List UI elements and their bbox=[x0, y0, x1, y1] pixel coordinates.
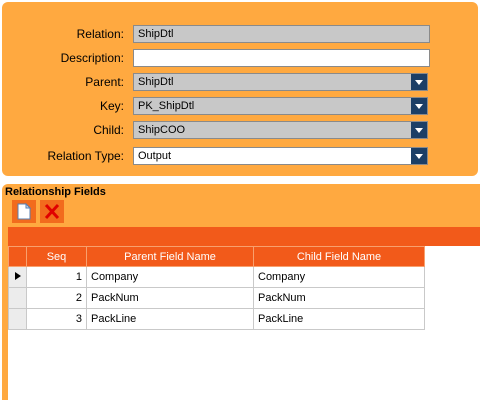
row-selector[interactable] bbox=[8, 266, 27, 288]
child-dropdown[interactable]: ShipCOO bbox=[133, 121, 428, 139]
key-row: Key: PK_ShipDtl bbox=[2, 96, 478, 116]
current-row-arrow-icon bbox=[14, 272, 21, 280]
new-document-icon bbox=[17, 203, 32, 220]
table-row[interactable]: 3 PackLine PackLine bbox=[8, 308, 425, 330]
delete-row-button[interactable] bbox=[40, 200, 64, 223]
key-dropdown[interactable]: PK_ShipDtl bbox=[133, 97, 428, 115]
delete-x-icon bbox=[44, 203, 60, 220]
parent-label: Parent: bbox=[85, 75, 124, 89]
parent-dropdown[interactable]: ShipDtl bbox=[133, 73, 428, 91]
parent-field-cell[interactable]: PackNum bbox=[86, 287, 254, 309]
child-dropdown-button[interactable] bbox=[411, 122, 427, 138]
child-field-cell[interactable]: PackNum bbox=[253, 287, 425, 309]
column-header-seq[interactable]: Seq bbox=[26, 246, 87, 267]
chevron-down-icon bbox=[415, 80, 423, 85]
relation-form-panel: Relation: ShipDtl Description: Parent: S… bbox=[2, 2, 478, 176]
child-label: Child: bbox=[93, 123, 124, 137]
description-row: Description: bbox=[2, 48, 478, 68]
chevron-down-icon bbox=[415, 128, 423, 133]
parent-field-cell[interactable]: PackLine bbox=[86, 308, 254, 330]
parent-field-cell[interactable]: Company bbox=[86, 266, 254, 288]
parent-value: ShipDtl bbox=[138, 76, 174, 88]
child-field-cell[interactable]: Company bbox=[253, 266, 425, 288]
chevron-down-icon bbox=[415, 104, 423, 109]
relationship-fields-grid: Seq Parent Field Name Child Field Name 1… bbox=[8, 246, 425, 330]
row-selector[interactable] bbox=[8, 308, 27, 330]
chevron-down-icon bbox=[415, 154, 423, 159]
seq-cell[interactable]: 3 bbox=[26, 308, 87, 330]
column-header-parent-field[interactable]: Parent Field Name bbox=[86, 246, 254, 267]
parent-dropdown-button[interactable] bbox=[411, 74, 427, 90]
key-value: PK_ShipDtl bbox=[138, 100, 195, 112]
grid-header-row: Seq Parent Field Name Child Field Name bbox=[8, 246, 425, 267]
child-row: Child: ShipCOO bbox=[2, 120, 478, 140]
relation-row: Relation: ShipDtl bbox=[2, 24, 478, 44]
row-selector-header bbox=[8, 246, 27, 267]
relation-type-dropdown-button[interactable] bbox=[411, 148, 427, 164]
seq-cell[interactable]: 1 bbox=[26, 266, 87, 288]
relationship-fields-title: Relationship Fields bbox=[5, 186, 106, 198]
key-label: Key: bbox=[99, 99, 124, 113]
seq-cell[interactable]: 2 bbox=[26, 287, 87, 309]
table-row[interactable]: 2 PackNum PackNum bbox=[8, 287, 425, 309]
relation-type-value: Output bbox=[138, 150, 172, 162]
column-header-child-field[interactable]: Child Field Name bbox=[253, 246, 425, 267]
relation-field[interactable]: ShipDtl bbox=[133, 25, 430, 43]
key-dropdown-button[interactable] bbox=[411, 98, 427, 114]
description-label: Description: bbox=[60, 51, 124, 65]
relation-type-row: Relation Type: Output bbox=[2, 146, 478, 166]
grid-group-band bbox=[8, 227, 480, 246]
description-field[interactable] bbox=[133, 49, 430, 67]
child-value: ShipCOO bbox=[138, 124, 186, 136]
new-row-button[interactable] bbox=[12, 200, 36, 223]
row-selector[interactable] bbox=[8, 287, 27, 309]
child-field-cell[interactable]: PackLine bbox=[253, 308, 425, 330]
relation-label: Relation: bbox=[76, 27, 124, 41]
parent-row: Parent: ShipDtl bbox=[2, 72, 478, 92]
relation-type-dropdown[interactable]: Output bbox=[133, 147, 428, 165]
relation-type-label: Relation Type: bbox=[47, 149, 125, 163]
table-row[interactable]: 1 Company Company bbox=[8, 266, 425, 288]
